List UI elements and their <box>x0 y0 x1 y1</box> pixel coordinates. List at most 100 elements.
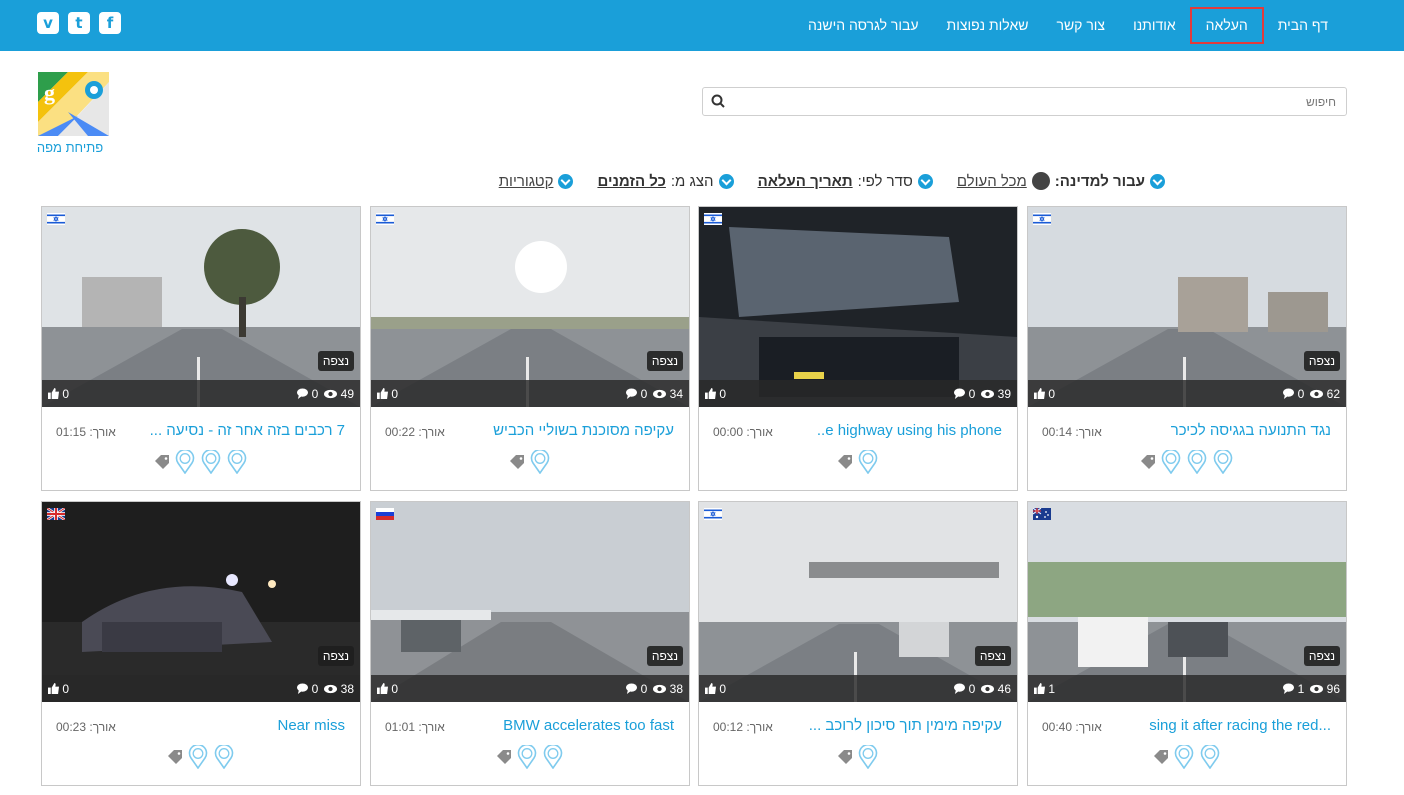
video-title[interactable]: e highway using his phone.. <box>817 422 1002 439</box>
video-card[interactable]: נצפה 0 0 46 עקיפה מימין תוך סיכון לרוכב … <box>698 501 1018 786</box>
category-pin-icon[interactable] <box>1173 743 1195 770</box>
category-pin-icon[interactable] <box>516 743 538 770</box>
category-tags <box>371 448 689 475</box>
video-length: אורך: 00:40 <box>1042 720 1102 734</box>
nav-home[interactable]: דף הבית <box>1264 7 1342 44</box>
category-tags <box>1028 448 1346 475</box>
video-stats-bar: 0 0 38 <box>371 675 689 702</box>
watched-badge: נצפה <box>974 646 1011 666</box>
vimeo-icon[interactable]: v <box>37 12 59 34</box>
length-label: אורך: <box>1075 720 1102 734</box>
category-pin-icon[interactable] <box>174 448 196 475</box>
facebook-icon[interactable]: f <box>99 12 121 34</box>
category-tags <box>371 743 689 770</box>
comments-count: 0 <box>954 387 975 401</box>
video-card[interactable]: נצפה 0 0 49 7 רכבים בזה אחר זה - נסיעה .… <box>41 206 361 491</box>
open-map-link[interactable]: פתיחת מפה <box>20 140 120 155</box>
show-from-label: הצג מ: <box>670 172 714 190</box>
video-card[interactable]: נצפה 1 1 96 ...sing it after racing the … <box>1027 501 1347 786</box>
category-pin-icon[interactable] <box>542 743 564 770</box>
comments-value: 0 <box>640 387 648 401</box>
top-navbar: v t f דף הבית העלאה אודותנו צור קשר שאלו… <box>0 0 1404 51</box>
tag-icon <box>496 750 512 764</box>
watched-badge: נצפה <box>646 351 683 371</box>
video-thumbnail[interactable] <box>1028 207 1346 407</box>
video-card[interactable]: נצפה 0 0 38 Near miss אורך: 00:23 <box>41 501 361 786</box>
video-thumbnail[interactable] <box>371 502 689 702</box>
nav-contact[interactable]: צור קשר <box>1042 7 1119 44</box>
video-title[interactable]: עקיפה מימין תוך סיכון לרוכב ... <box>809 717 1002 734</box>
length-value: 00:14 <box>1042 425 1073 439</box>
nav-about[interactable]: אודותנו <box>1119 7 1190 44</box>
category-pin-icon[interactable] <box>1186 448 1208 475</box>
show-from-value: כל הזמנים <box>597 172 666 190</box>
video-title[interactable]: BMW accelerates too fast <box>503 717 674 734</box>
video-thumbnail[interactable] <box>1028 502 1346 702</box>
video-card[interactable]: נצפה 0 0 34 עקיפה מסוכנת בשוליי הכביש או… <box>370 206 690 491</box>
comments-value: 0 <box>311 387 319 401</box>
nav-old-version[interactable]: עבור לגרסה הישנה <box>794 7 933 44</box>
google-maps-icon[interactable]: g <box>38 72 109 136</box>
search-input[interactable] <box>731 90 1336 113</box>
tag-icon <box>154 455 170 469</box>
video-thumbnail[interactable] <box>42 502 360 702</box>
length-value: 01:01 <box>385 720 416 734</box>
likes-count[interactable]: 0 <box>377 387 398 401</box>
category-pin-icon[interactable] <box>857 448 879 475</box>
video-card[interactable]: נצפה 0 0 38 BMW accelerates too fast אור… <box>370 501 690 786</box>
globe-icon <box>1031 172 1050 190</box>
views-value: 34 <box>669 387 683 401</box>
video-card[interactable]: 0 0 39 e highway using his phone.. אורך:… <box>698 206 1018 491</box>
show-from-filter[interactable]: הצג מ: כל הזמנים <box>597 172 734 190</box>
search-icon[interactable] <box>711 94 725 108</box>
nav-faq[interactable]: שאלות נפוצות <box>933 7 1043 44</box>
likes-value: 0 <box>719 682 727 696</box>
length-value: 00:40 <box>1042 720 1073 734</box>
category-pin-icon[interactable] <box>529 448 551 475</box>
category-pin-icon[interactable] <box>200 448 222 475</box>
video-title[interactable]: 7 רכבים בזה אחר זה - נסיעה ... <box>150 422 345 439</box>
tag-icon <box>837 455 853 469</box>
comments-value: 0 <box>968 387 976 401</box>
length-label: אורך: <box>418 720 445 734</box>
twitter-icon[interactable]: t <box>68 12 90 34</box>
likes-count[interactable]: 0 <box>705 387 726 401</box>
video-card[interactable]: נצפה 0 0 62 נגד התנועה בגגיסה לכיכר אורך… <box>1027 206 1347 491</box>
category-tags <box>699 448 1017 475</box>
likes-count[interactable]: 0 <box>48 682 69 696</box>
category-pin-icon[interactable] <box>857 743 879 770</box>
category-pin-icon[interactable] <box>1160 448 1182 475</box>
likes-value: 1 <box>1048 682 1056 696</box>
likes-count[interactable]: 0 <box>705 682 726 696</box>
video-length: אורך: 00:22 <box>385 425 445 439</box>
category-pin-icon[interactable] <box>226 448 248 475</box>
video-stats-bar: 1 1 96 <box>1028 675 1346 702</box>
video-thumbnail[interactable] <box>42 207 360 407</box>
video-title[interactable]: נגד התנועה בגגיסה לכיכר <box>1171 422 1331 439</box>
video-thumbnail[interactable] <box>371 207 689 407</box>
svg-text:g: g <box>44 80 55 105</box>
likes-count[interactable]: 0 <box>1034 387 1055 401</box>
sort-filter[interactable]: סדר לפי: תאריך העלאה <box>758 173 933 190</box>
category-pin-icon[interactable] <box>1212 448 1234 475</box>
video-title[interactable]: עקיפה מסוכנת בשוליי הכביש <box>493 422 674 439</box>
video-thumbnail[interactable] <box>699 207 1017 407</box>
category-pin-icon[interactable] <box>187 743 209 770</box>
views-value: 49 <box>340 387 354 401</box>
categories-filter[interactable]: קטגוריות <box>499 173 574 190</box>
category-pin-icon[interactable] <box>213 743 235 770</box>
length-value: 01:15 <box>56 425 87 439</box>
video-length: אורך: 00:23 <box>56 720 116 734</box>
likes-count[interactable]: 1 <box>1034 682 1055 696</box>
likes-count[interactable]: 0 <box>48 387 69 401</box>
video-title[interactable]: ...sing it after racing the red <box>1149 717 1331 734</box>
nav-upload[interactable]: העלאה <box>1189 7 1264 44</box>
likes-count[interactable]: 0 <box>377 682 398 696</box>
video-title[interactable]: Near miss <box>277 717 345 734</box>
country-filter[interactable]: עבור למדינה: מכל העולם <box>957 172 1165 190</box>
chevron-down-icon <box>718 173 734 189</box>
category-tags <box>699 743 1017 770</box>
video-thumbnail[interactable] <box>699 502 1017 702</box>
category-pin-icon[interactable] <box>1199 743 1221 770</box>
length-value: 00:00 <box>713 425 744 439</box>
